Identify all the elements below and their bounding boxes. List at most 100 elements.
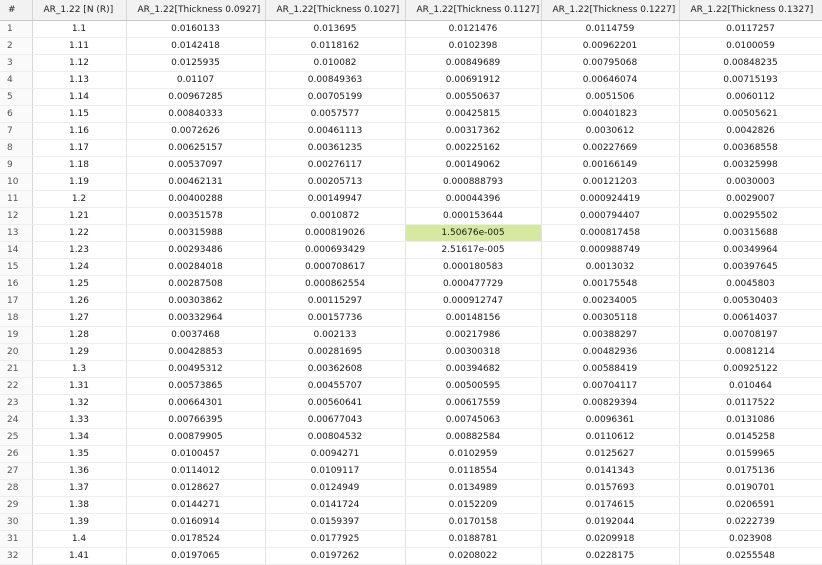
table-row[interactable]: 21 1.3 0.00495312 0.00362608 0.00394682 0.005… [0,360,822,378]
table-cell[interactable]: 1.41 [32,547,127,565]
row-number[interactable]: 9 [0,156,33,174]
column-header-thickness-1227[interactable]: AR_1.22[Thickness 0.1227] [541,0,680,21]
table-cell[interactable]: 0.0178524 [126,530,266,548]
table-cell[interactable]: 0.0094271 [265,445,406,463]
table-cell[interactable]: 0.0030612 [541,122,680,140]
table-cell[interactable]: 0.00351578 [126,207,266,225]
table-row[interactable]: 20 1.29 0.00428853 0.00281695 0.00300318 0.00… [0,343,822,361]
table-cell[interactable]: 0.010464 [679,377,822,395]
table-cell[interactable]: 0.00879905 [126,428,266,446]
table-cell[interactable]: 0.00332964 [126,309,266,327]
table-cell[interactable]: 1.36 [32,462,127,480]
table-cell[interactable]: 0.00300318 [405,343,542,361]
table-row[interactable]: 6 1.15 0.00840333 0.0057577 0.00425815 0.0040… [0,105,822,123]
table-cell[interactable]: 0.0121476 [405,20,542,38]
row-number[interactable]: 19 [0,326,33,344]
table-cell[interactable]: 0.00303862 [126,292,266,310]
table-row[interactable]: 9 1.18 0.00537097 0.00276117 0.00149062 0.001… [0,156,822,174]
row-number[interactable]: 4 [0,71,33,89]
table-cell[interactable]: 1.39 [32,513,127,531]
table-cell[interactable]: 0.0188781 [405,530,542,548]
table-cell[interactable]: 1.16 [32,122,127,140]
table-cell[interactable]: 0.00349964 [679,241,822,259]
table-cell[interactable]: 0.0118162 [265,37,406,55]
table-cell[interactable]: 0.00766395 [126,411,266,429]
table-cell[interactable]: 0.00121203 [541,173,680,191]
table-row[interactable]: 7 1.16 0.0072626 0.00461113 0.00317362 0.0030… [0,122,822,140]
table-row[interactable]: 24 1.33 0.00766395 0.00677043 0.00745063 0.00… [0,411,822,429]
table-cell[interactable]: 0.0037468 [126,326,266,344]
table-row[interactable]: 11 1.2 0.00400288 0.00149947 0.00044396 0.000… [0,190,822,208]
table-cell[interactable]: 0.0160914 [126,513,266,531]
table-cell[interactable]: 0.000153644 [405,207,542,225]
table-cell[interactable]: 0.023908 [679,530,822,548]
table-cell[interactable]: 0.00397645 [679,258,822,276]
table-cell[interactable]: 0.00849689 [405,54,542,72]
table-cell[interactable]: 2.51617e-005 [405,241,542,259]
table-cell[interactable]: 0.00234005 [541,292,680,310]
table-cell[interactable]: 0.00287508 [126,275,266,293]
table-cell[interactable]: 0.0144271 [126,496,266,514]
row-number[interactable]: 24 [0,411,33,429]
row-number[interactable]: 32 [0,547,33,565]
table-cell[interactable]: 0.000924419 [541,190,680,208]
table-cell[interactable]: 1.24 [32,258,127,276]
table-cell[interactable]: 0.00962201 [541,37,680,55]
row-number[interactable]: 1 [0,20,33,38]
table-row[interactable]: 29 1.38 0.0144271 0.0141724 0.0152209 0.01746… [0,496,822,514]
table-cell[interactable]: 0.0197065 [126,547,266,565]
row-number[interactable]: 29 [0,496,33,514]
table-cell[interactable]: 0.0141343 [541,462,680,480]
table-cell[interactable]: 0.00315688 [679,224,822,242]
table-cell[interactable]: 0.0110612 [541,428,680,446]
table-cell[interactable]: 0.00849363 [265,71,406,89]
table-cell[interactable]: 0.0029007 [679,190,822,208]
row-number[interactable]: 10 [0,173,33,191]
table-row[interactable]: 17 1.26 0.00303862 0.00115297 0.000912747 0.0… [0,292,822,310]
table-cell[interactable]: 0.00315988 [126,224,266,242]
table-cell[interactable]: 1.22 [32,224,127,242]
table-row[interactable]: 4 1.13 0.01107 0.00849363 0.00691912 0.006460… [0,71,822,89]
table-cell[interactable]: 1.19 [32,173,127,191]
table-cell[interactable]: 0.000817458 [541,224,680,242]
table-cell[interactable]: 0.00401823 [541,105,680,123]
table-cell[interactable]: 1.4 [32,530,127,548]
row-number[interactable]: 15 [0,258,33,276]
table-cell[interactable]: 0.0170158 [405,513,542,531]
table-cell[interactable]: 0.0117522 [679,394,822,412]
table-cell[interactable]: 1.26 [32,292,127,310]
table-cell[interactable]: 0.00362608 [265,360,406,378]
row-number[interactable]: 28 [0,479,33,497]
table-cell[interactable]: 0.0177925 [265,530,406,548]
table-cell[interactable]: 0.00044396 [405,190,542,208]
row-number[interactable]: 21 [0,360,33,378]
table-cell[interactable]: 0.0141724 [265,496,406,514]
table-cell[interactable]: 0.00305118 [541,309,680,327]
table-cell[interactable]: 0.00691912 [405,71,542,89]
table-cell[interactable]: 1.14 [32,88,127,106]
table-cell[interactable]: 1.35 [32,445,127,463]
table-cell[interactable]: 0.01107 [126,71,266,89]
table-cell[interactable]: 0.000693429 [265,241,406,259]
table-cell[interactable]: 1.23 [32,241,127,259]
table-cell[interactable]: 0.00500595 [405,377,542,395]
table-cell[interactable]: 0.0010872 [265,207,406,225]
table-row[interactable]: 15 1.24 0.00284018 0.000708617 0.000180583 0.… [0,258,822,276]
table-row[interactable]: 19 1.28 0.0037468 0.002133 0.00217986 0.00388… [0,326,822,344]
table-cell[interactable]: 0.00227669 [541,139,680,157]
table-cell[interactable]: 0.000794407 [541,207,680,225]
table-cell[interactable]: 0.0131086 [679,411,822,429]
table-cell[interactable]: 0.0051506 [541,88,680,106]
table-row[interactable]: 16 1.25 0.00287508 0.000862554 0.000477729 0.… [0,275,822,293]
table-cell[interactable]: 0.0190701 [679,479,822,497]
table-cell[interactable]: 0.0174615 [541,496,680,514]
table-row[interactable]: 23 1.32 0.00664301 0.00560641 0.00617559 0.00… [0,394,822,412]
table-cell[interactable]: 1.25 [32,275,127,293]
table-cell[interactable]: 0.00925122 [679,360,822,378]
table-cell[interactable]: 1.38 [32,496,127,514]
table-cell[interactable]: 0.0157693 [541,479,680,497]
table-cell[interactable]: 0.00149947 [265,190,406,208]
table-row[interactable]: 8 1.17 0.00625157 0.00361235 0.00225162 0.002… [0,139,822,157]
table-cell[interactable]: 0.00205713 [265,173,406,191]
table-cell[interactable]: 0.00361235 [265,139,406,157]
